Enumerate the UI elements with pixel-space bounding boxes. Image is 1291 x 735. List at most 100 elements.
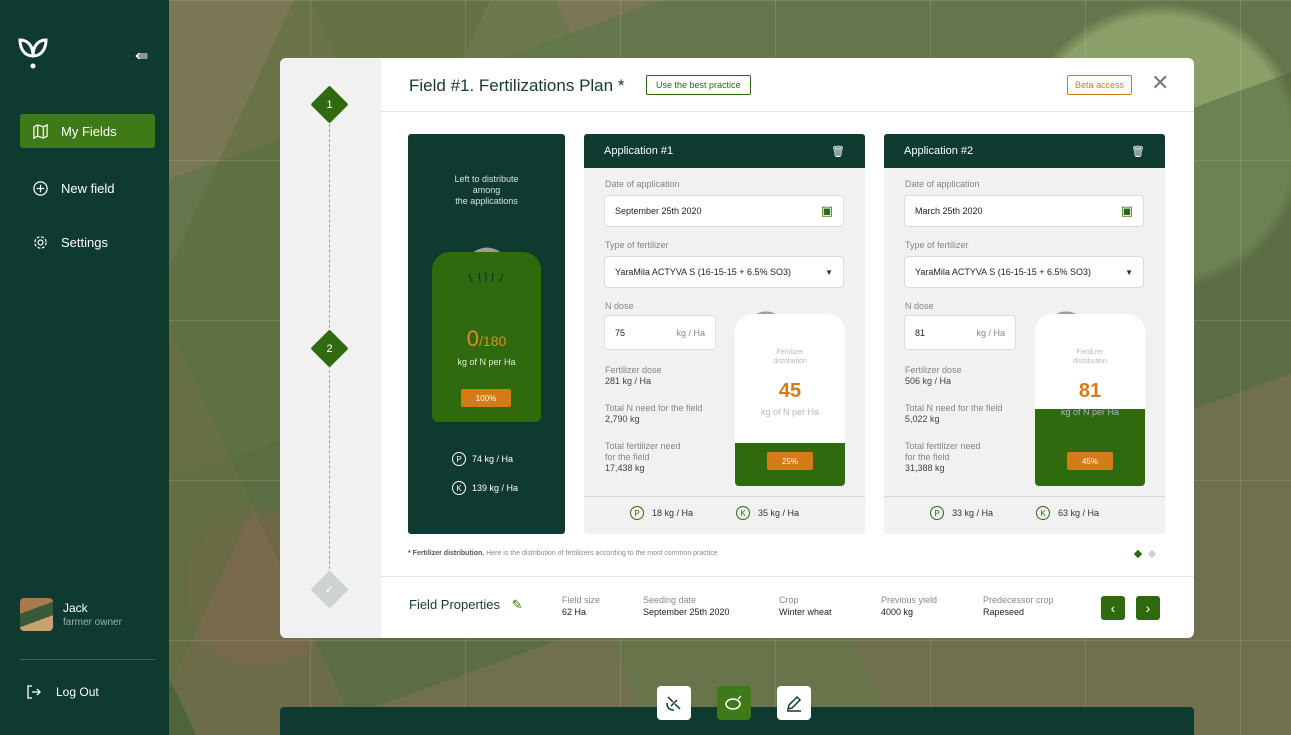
logout-button[interactable]: Log Out [26,684,99,700]
bag-value: 81 [1078,380,1102,402]
fertilizer-type-select[interactable]: YaraMila ACTYVA S (16-15-15 + 6.5% SO3) … [604,256,844,288]
bag-label: Fertilizer distribution [1073,349,1107,365]
plus-circle-icon [33,180,48,196]
calendar-icon[interactable]: ▣ [821,203,833,219]
calendar-icon[interactable]: ▣ [1121,203,1133,219]
type-label: Type of fertilizer [905,240,969,250]
stepper: 1 2 ✓ [280,58,381,638]
date-label: Date of application [905,179,980,189]
trash-icon[interactable]: 🗑 [1131,145,1145,158]
user-profile[interactable]: Jack farmer owner [20,598,122,631]
map-icon [33,123,48,139]
distribution-bag: Fertilizer distribution 45 kg of N per Ha… [735,314,845,486]
logout-label: Log Out [56,685,99,699]
field-properties-bar: Field Properties ✎ Field size 62 Ha Seedi… [381,576,1194,638]
satellite-icon [666,696,681,711]
user-role: farmer owner [63,617,122,628]
next-button[interactable]: › [1136,596,1160,620]
bag-percent-badge: 45% [1067,452,1113,470]
card-divider [584,496,865,497]
collapse-sidebar-icon[interactable]: ⇚ [135,46,148,66]
step-2[interactable]: 2 [310,329,349,368]
pencil-icon [786,695,802,712]
summary-value: 0/180 [466,326,507,351]
bag-unit: kg of N per Ha [1060,407,1120,417]
chevron-left-icon: ‹ [1110,600,1116,616]
phosphorus-value: P 74 kg / Ha [452,452,513,466]
spread-lines-icon [468,272,504,283]
step-1[interactable]: 1 [310,85,349,124]
check-icon: ✓ [324,584,335,596]
n-dose-label: N dose [605,301,634,311]
seed-icon [725,695,742,710]
type-label: Type of fertilizer [605,240,669,250]
step-number: 1 [326,98,333,111]
date-field[interactable]: September 25th 2020 ▣ [604,195,844,227]
beta-access-badge[interactable]: Beta access [1067,75,1133,95]
app-logo-icon [18,38,48,69]
application-card-1: Application #1 🗑 Date of application Sep… [584,134,865,534]
gear-icon [34,235,47,249]
distribution-bag: Fertilizer distribution 81 kg of N per Ha… [1035,314,1145,486]
sidebar-item-my-fields[interactable]: My Fields [20,114,155,148]
n-dose-label: N dose [905,301,934,311]
previous-yield: Previous yield 4000 kg [881,595,938,617]
card-divider [884,496,1165,497]
use-best-practice-button[interactable]: Use the best practice [646,75,751,95]
potassium-value: K 139 kg / Ha [452,481,518,495]
pagination-dot[interactable] [1147,549,1157,559]
fertilizer-view-button[interactable] [717,686,751,720]
logout-icon [27,685,41,699]
summary-percent-badge: 100% [461,389,511,407]
total-n-need: Total N need for the field 5,022 kg [905,403,1003,424]
crop: Crop Winter wheat [779,595,832,617]
user-name: Jack [63,601,88,615]
bag-label: Fertilizer distribution [773,349,807,365]
phosphorus-icon: P [930,506,944,520]
application-title: Application #1 [604,145,674,157]
chevron-right-icon: › [1145,600,1151,616]
summary-unit: kg of N per Ha [457,357,516,367]
fertilizer-type-select[interactable]: YaraMila ACTYVA S (16-15-15 + 6.5% SO3) … [904,256,1144,288]
n-dose-input[interactable]: 81 kg / Ha [904,315,1016,350]
field-properties-title: Field Properties ✎ [409,597,523,612]
field-size: Field size 62 Ha [562,595,601,617]
distribution-summary-card: Left to distribute among the application… [408,134,565,534]
application-card-2: Application #2 🗑 Date of application Mar… [884,134,1165,534]
distribution-bag-fill [1035,408,1145,486]
sidebar-item-label: New field [61,180,115,196]
total-n-need: Total N need for the field 2,790 kg [605,403,703,424]
fertilization-plan-modal: 1 2 ✓ Field #1. Fertilizations Plan * Us… [280,58,1194,638]
satellite-view-button[interactable] [657,686,691,720]
modal-title: Field #1. Fertilizations Plan * [409,76,625,95]
modal-header: Field #1. Fertilizations Plan * Use the … [381,58,1194,112]
date-label: Date of application [605,179,680,189]
previous-button[interactable]: ‹ [1101,596,1125,620]
sidebar: ⇚ My Fields New field Settings Jack farm… [0,0,169,735]
date-field[interactable]: March 25th 2020 ▣ [904,195,1144,227]
fertilizer-dose: Fertilizer dose 281 kg / Ha [605,365,662,386]
phosphorus-value: P 33 kg / Ha [930,506,993,520]
chevron-down-icon: ▼ [825,267,833,277]
avatar [20,598,53,631]
sidebar-item-settings[interactable]: Settings [20,225,155,259]
summary-title: Left to distribute among the application… [454,174,519,206]
n-dose-input[interactable]: 75 kg / Ha [604,315,716,350]
bag-unit: kg of N per Ha [760,407,820,417]
potassium-icon: K [736,506,750,520]
total-fertilizer-need: Total fertilizer need for the field 31,388… [905,441,981,473]
edit-button[interactable] [777,686,811,720]
phosphorus-value: P 18 kg / Ha [630,506,693,520]
sidebar-item-new-field[interactable]: New field [20,171,155,205]
step-number: 2 [326,342,333,355]
application-header: Application #2 🗑 [884,134,1165,168]
step-complete[interactable]: ✓ [310,570,349,609]
application-header: Application #1 🗑 [584,134,865,168]
pagination-dot-active[interactable] [1133,549,1143,559]
edit-pencil-icon[interactable]: ✎ [512,597,523,612]
footnote: * Fertilizer distribution. Here is the d… [408,550,718,557]
sidebar-divider [20,659,155,660]
trash-icon[interactable]: 🗑 [831,145,845,158]
phosphorus-icon: P [452,452,466,466]
close-icon[interactable]: ✕ [1151,72,1169,94]
